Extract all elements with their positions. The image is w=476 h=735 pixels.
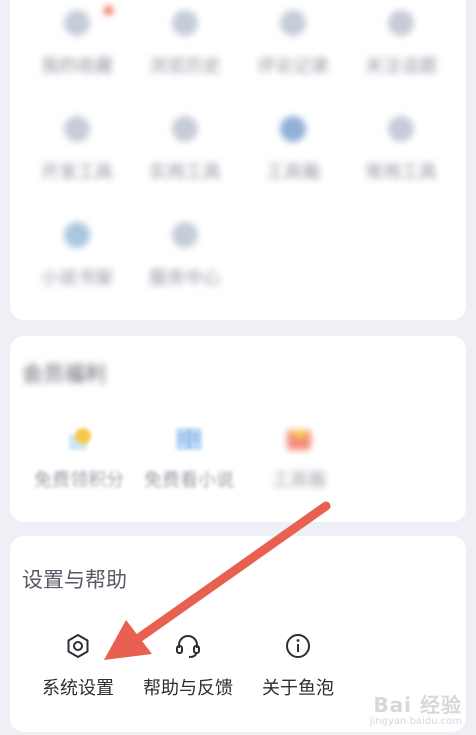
benefit-item-label: 免费领积分	[34, 470, 124, 491]
grid-item-label: 评论记录	[257, 56, 329, 77]
member-section-title: 会员福利	[22, 362, 106, 386]
toolbox-icon	[280, 116, 306, 142]
grid-item-common-tools[interactable]: 常用工具	[346, 116, 456, 196]
history-icon	[172, 10, 198, 36]
member-benefits-card: 会员福利 免费领积分 免费看小说 工具箱	[10, 336, 466, 522]
info-icon	[284, 632, 312, 660]
grid-item-label: 浏览历史	[149, 56, 221, 77]
book-icon	[173, 424, 205, 454]
grid-item-label: 小说书架	[41, 268, 113, 289]
grid-item-utilities[interactable]: 实用工具	[130, 116, 240, 196]
grid-item-label: 工具箱	[266, 162, 320, 183]
grid-item-label: 实用工具	[149, 162, 221, 183]
grid-item-favorites[interactable]: 我的收藏	[22, 10, 132, 90]
grid-item-label: 常用工具	[365, 162, 437, 183]
benefit-item-label: 免费看小说	[144, 470, 234, 491]
grid-item-topics[interactable]: 关注话题	[346, 10, 456, 90]
grid-item-comments[interactable]: 评论记录	[238, 10, 348, 90]
system-settings-label: 系统设置	[42, 678, 114, 699]
bookshelf-icon	[64, 222, 90, 248]
headset-icon	[174, 632, 202, 660]
grid-item-dev-tools[interactable]: 开发工具	[22, 116, 132, 196]
benefit-item-novel[interactable]: 免费看小说	[134, 424, 244, 492]
grid-item-toolbox[interactable]: 工具箱	[238, 116, 348, 196]
comment-icon	[280, 10, 306, 36]
benefit-item-points[interactable]: 免费领积分	[24, 424, 134, 492]
dev-tools-icon	[64, 116, 90, 142]
grid-item-bookshelf[interactable]: 小说书架	[22, 222, 132, 302]
service-center-icon	[172, 222, 198, 248]
grid-item-label: 服务中心	[149, 268, 221, 289]
toolbox-icon	[283, 424, 315, 454]
watermark: Bai 经验 jingyan.baidu.com	[370, 689, 462, 727]
settings-icon	[64, 632, 92, 660]
watermark-main: Bai 经验	[373, 693, 462, 717]
grid-item-label: 开发工具	[41, 162, 113, 183]
settings-section-title: 设置与帮助	[22, 568, 127, 592]
utilities-icon	[172, 116, 198, 142]
tools-card: 我的收藏 浏览历史 评论记录 关注话题 开发工具 实用工具 工具箱 常用工具 小…	[10, 0, 466, 320]
benefit-item-toolbox[interactable]: 工具箱	[244, 424, 354, 492]
help-feedback-button[interactable]: 帮助与反馈	[128, 632, 248, 700]
grid-item-label: 我的收藏	[41, 56, 113, 77]
watermark-sub: jingyan.baidu.com	[369, 716, 462, 727]
about-label: 关于鱼泡	[262, 678, 334, 699]
common-tools-icon	[388, 116, 414, 142]
grid-item-label: 关注话题	[365, 56, 437, 77]
topic-icon	[388, 10, 414, 36]
gift-icon	[63, 424, 95, 454]
notification-dot	[104, 6, 113, 15]
about-button[interactable]: 关于鱼泡	[238, 632, 358, 700]
grid-item-history[interactable]: 浏览历史	[130, 10, 240, 90]
benefit-item-label: 工具箱	[272, 470, 326, 491]
favorites-icon	[64, 10, 90, 36]
system-settings-button[interactable]: 系统设置	[18, 632, 138, 700]
grid-item-service-center[interactable]: 服务中心	[130, 222, 240, 302]
help-feedback-label: 帮助与反馈	[143, 678, 233, 699]
